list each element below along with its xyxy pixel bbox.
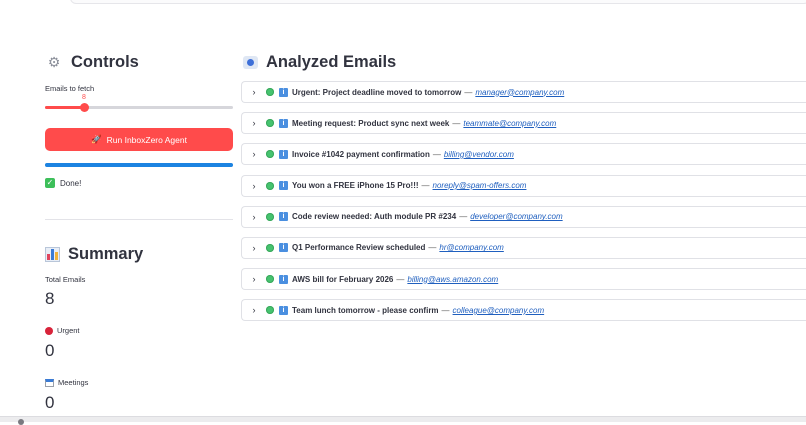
progress-bar <box>45 163 233 167</box>
chevron-right-icon[interactable]: › <box>242 181 266 191</box>
chevron-right-icon[interactable]: › <box>242 305 266 315</box>
chevron-right-icon[interactable]: › <box>242 212 266 222</box>
email-subject: Invoice #1042 payment confirmation <box>292 149 430 159</box>
rocket-icon: 🚀 <box>91 134 102 144</box>
email-sender[interactable]: hr@company.com <box>439 243 503 252</box>
separator: — <box>441 305 450 315</box>
progress-bar-fill <box>45 163 233 167</box>
separator: — <box>396 274 405 284</box>
main-content: Analyzed Emails › i Urgent: Project deadli… <box>241 0 806 416</box>
info-icon: i <box>279 181 288 191</box>
urgent-value: 0 <box>45 341 55 360</box>
controls-title: Controls <box>71 53 139 71</box>
green-circle-icon <box>266 150 274 159</box>
slider-fill <box>45 106 85 109</box>
sidebar: ⚙ Controls Emails to fetch 8 🚀 Run Inbox… <box>45 0 233 416</box>
separator: — <box>459 212 468 222</box>
slider-value: 8 <box>82 94 86 101</box>
email-expander[interactable]: › i AWS bill for February 2026— billing@aws… <box>241 268 806 291</box>
chevron-right-icon[interactable]: › <box>242 87 266 97</box>
info-icon: i <box>279 243 288 253</box>
slider-thumb[interactable] <box>80 103 90 112</box>
info-icon: i <box>279 149 288 159</box>
email-subject: You won a FREE iPhone 15 Pro!!! <box>292 181 419 191</box>
done-status: ✓ Done! <box>45 178 81 188</box>
email-sender[interactable]: colleague@company.com <box>453 306 545 315</box>
green-circle-icon <box>266 88 274 96</box>
email-subject: Urgent: Project deadline moved to tomorr… <box>292 87 462 97</box>
chevron-right-icon[interactable]: › <box>242 149 266 159</box>
email-subject: Code review needed: Auth module PR #234 <box>292 212 457 222</box>
email-expander[interactable]: › i Code review needed: Auth module PR #23… <box>241 205 806 228</box>
calendar-icon <box>45 378 54 387</box>
chevron-right-icon[interactable]: › <box>242 274 266 284</box>
green-circle-icon <box>266 306 274 315</box>
email-expander[interactable]: › i Q1 Performance Review scheduled — hr@com… <box>241 236 806 259</box>
email-expander[interactable]: › i You won a FREE iPhone 15 Pro!!! — norepl… <box>241 174 806 197</box>
info-icon: i <box>279 87 288 97</box>
email-sender[interactable]: noreply@spam-offers.com <box>433 181 527 190</box>
urgent-label: Urgent <box>45 326 80 335</box>
separator: — <box>464 87 473 97</box>
green-circle-icon <box>266 275 274 284</box>
email-subject: AWS bill for February 2026 <box>292 274 394 284</box>
email-sender[interactable]: billing@aws.amazon.com <box>407 275 498 284</box>
email-subject: Meeting request: Product sync next week <box>292 118 450 128</box>
email-sender[interactable]: billing@vendor.com <box>444 150 514 159</box>
total-emails-value: 8 <box>45 289 55 308</box>
browser-bottom-edge <box>0 416 806 425</box>
green-circle-icon <box>266 119 274 128</box>
green-circle-icon <box>266 181 274 190</box>
email-expander[interactable]: › i Urgent: Project deadline moved to tomo… <box>241 81 806 103</box>
summary-heading: Summary <box>45 245 143 264</box>
separator: — <box>421 181 430 191</box>
info-icon: i <box>279 274 288 284</box>
email-expander[interactable]: › i Meeting request: Product sync next wee… <box>241 112 806 135</box>
controls-heading: ⚙ Controls <box>45 53 139 72</box>
email-expander[interactable]: › i Invoice #1042 payment confirmation — bil… <box>241 143 806 166</box>
emails-to-fetch-label: Emails to fetch <box>45 84 95 93</box>
separator: — <box>452 118 461 128</box>
email-subject: Team lunch tomorrow - please confirm <box>292 305 439 315</box>
total-emails-label: Total Emails <box>45 275 86 284</box>
meetings-value: 0 <box>45 393 55 412</box>
green-circle-icon <box>266 212 274 221</box>
green-circle-icon <box>266 243 274 252</box>
email-expander[interactable]: › i Team lunch tomorrow - please confirm — c… <box>241 299 806 322</box>
analyzed-emails-heading: Analyzed Emails <box>243 53 396 72</box>
blue-circle-icon <box>243 56 258 69</box>
emails-to-fetch-slider[interactable]: 8 <box>45 94 233 116</box>
email-list: › i Urgent: Project deadline moved to tomo… <box>241 81 806 331</box>
analyzed-emails-title: Analyzed Emails <box>266 53 397 71</box>
chevron-right-icon[interactable]: › <box>242 118 266 128</box>
red-circle-icon <box>45 326 53 335</box>
separator: — <box>432 149 441 159</box>
info-icon: i <box>279 305 288 315</box>
chevron-right-icon[interactable]: › <box>242 243 266 253</box>
done-label: Done! <box>60 178 82 188</box>
email-sender[interactable]: manager@company.com <box>475 88 564 97</box>
bar-chart-icon <box>45 247 60 262</box>
run-agent-button[interactable]: 🚀 Run InboxZero Agent <box>45 128 233 151</box>
meetings-label: Meetings <box>45 378 88 387</box>
email-sender[interactable]: teammate@company.com <box>463 119 556 128</box>
email-sender[interactable]: developer@company.com <box>470 212 562 221</box>
separator: — <box>428 243 437 253</box>
email-subject: Q1 Performance Review scheduled <box>292 243 426 253</box>
info-icon: i <box>279 212 288 222</box>
summary-title: Summary <box>68 245 144 263</box>
gear-icon: ⚙ <box>47 54 61 70</box>
check-icon: ✓ <box>45 178 55 188</box>
run-agent-label: Run InboxZero Agent <box>106 134 187 145</box>
sidebar-divider <box>45 219 233 220</box>
info-icon: i <box>279 118 288 128</box>
